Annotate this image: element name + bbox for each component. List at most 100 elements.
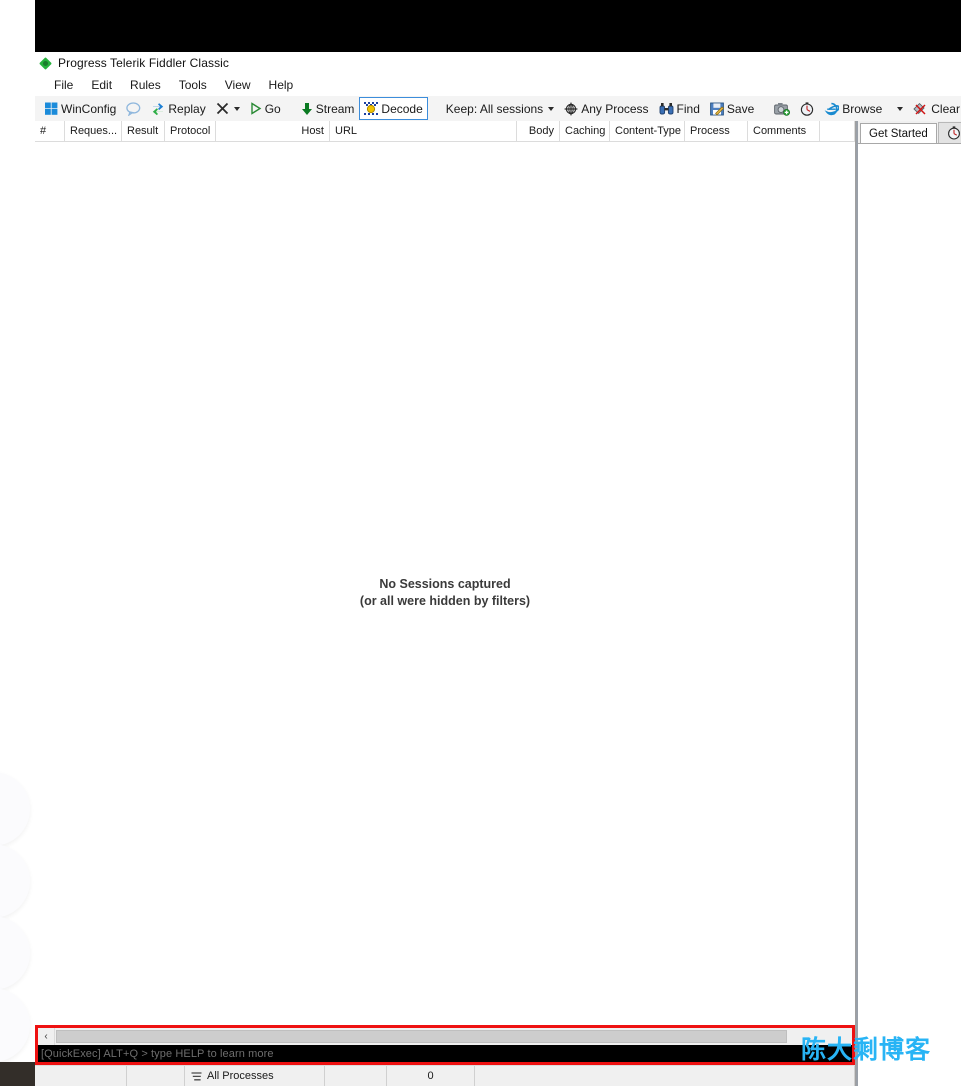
keep-sessions-dropdown[interactable]: Keep: All sessions [438, 97, 559, 120]
browse-dropdown[interactable] [887, 97, 908, 120]
fiddler-diamond-icon [39, 56, 52, 70]
any-process-label: Any Process [581, 101, 649, 116]
remove-button[interactable] [211, 97, 245, 120]
status-cell-gap-1 [325, 1066, 387, 1086]
browse-dropdown-caret[interactable] [897, 106, 904, 111]
scroll-thumb[interactable] [56, 1030, 788, 1043]
menubar: File Edit Rules Tools View Help [35, 74, 961, 96]
column-spacer[interactable] [820, 121, 855, 141]
status-capture-toggle[interactable] [127, 1066, 185, 1086]
go-button[interactable]: Go [245, 97, 286, 120]
replay-button[interactable]: Replay [146, 97, 210, 120]
status-cell-gap-2 [475, 1066, 855, 1086]
camera-icon [774, 102, 791, 116]
desktop-background-circles [0, 770, 34, 1070]
sessions-horizontal-scrollbar[interactable]: ‹ [38, 1028, 852, 1045]
clear-button[interactable]: Clear [908, 97, 961, 120]
menu-file[interactable]: File [45, 76, 82, 94]
find-button[interactable]: Find [654, 97, 705, 120]
browse-button[interactable]: Browse [819, 97, 887, 120]
status-bar: All Processes 0 [35, 1065, 855, 1086]
black-top-strip [35, 0, 961, 52]
column-content-type[interactable]: Content-Type [610, 121, 685, 141]
status-process-filter[interactable]: All Processes [185, 1066, 325, 1086]
keep-sessions-label: Keep: All sessions [445, 101, 544, 116]
column-body[interactable]: Body [517, 121, 560, 141]
winconfig-button[interactable]: WinConfig [40, 97, 121, 120]
winconfig-label: WinConfig [61, 101, 117, 116]
clear-label: Clear [931, 101, 960, 116]
scroll-left-arrow[interactable]: ‹ [38, 1028, 55, 1045]
tab-get-started[interactable]: Get Started [860, 123, 937, 143]
menu-rules[interactable]: Rules [121, 76, 170, 94]
stream-label: Stream [315, 101, 355, 116]
remove-dropdown-caret[interactable] [233, 106, 240, 111]
comment-bubble-icon [126, 101, 141, 117]
menu-edit[interactable]: Edit [82, 76, 121, 94]
menu-view[interactable]: View [216, 76, 260, 94]
empty-state-message: No Sessions captured (or all were hidden… [35, 576, 855, 610]
inspectors-content [858, 144, 961, 1086]
comment-button[interactable] [121, 97, 146, 120]
column-url[interactable]: URL [330, 121, 517, 141]
decode-button[interactable]: Decode [359, 97, 428, 120]
stream-button[interactable]: Stream [296, 97, 360, 120]
timer-button[interactable] [795, 97, 819, 120]
screenshot-button[interactable] [769, 97, 795, 120]
inspectors-pane: Get Started S [858, 121, 961, 1086]
window-titlebar: Progress Telerik Fiddler Classic [35, 52, 961, 74]
column-comments[interactable]: Comments [748, 121, 820, 141]
any-process-button[interactable]: Any Process [559, 97, 653, 120]
decode-label: Decode [381, 101, 423, 116]
keep-dropdown-caret[interactable] [548, 106, 555, 111]
empty-state-line2: (or all were hidden by filters) [359, 594, 531, 608]
quickexec-placeholder: [QuickExec] ALT+Q > type HELP to learn m… [41, 1047, 274, 1060]
clock-icon [947, 126, 961, 140]
binoculars-icon [659, 102, 674, 115]
empty-state-line1: No Sessions captured [379, 577, 511, 591]
column-request[interactable]: Reques... [65, 121, 122, 141]
stopwatch-icon [800, 101, 814, 116]
menu-help[interactable]: Help [260, 76, 303, 94]
column-number[interactable]: # [35, 121, 65, 141]
column-caching[interactable]: Caching [560, 121, 610, 141]
replay-label: Replay [168, 101, 206, 116]
main-toolbar: WinConfig Replay Go Stream Decode Keep: … [35, 96, 961, 122]
close-x-icon [216, 102, 229, 115]
status-process-filter-label: All Processes [207, 1070, 274, 1082]
play-triangle-icon [250, 102, 262, 115]
status-session-count: 0 [387, 1066, 475, 1086]
process-list-icon [191, 1071, 202, 1081]
window-title: Progress Telerik Fiddler Classic [58, 56, 230, 70]
decode-pattern-icon [364, 101, 379, 116]
column-result[interactable]: Result [122, 121, 165, 141]
screen-root: Progress Telerik Fiddler Classic File Ed… [0, 0, 961, 1086]
column-host[interactable]: Host [216, 121, 330, 141]
browse-label: Browse [842, 101, 883, 116]
crosshair-globe-icon [564, 102, 578, 116]
find-label: Find [676, 101, 700, 116]
fiddler-window: Progress Telerik Fiddler Classic File Ed… [35, 52, 961, 1086]
quickexec-input[interactable]: [QuickExec] ALT+Q > type HELP to learn m… [38, 1045, 852, 1062]
menu-tools[interactable]: Tools [170, 76, 216, 94]
tab-statistics[interactable]: S [937, 122, 961, 143]
windows-logo-icon [45, 102, 58, 115]
go-label: Go [264, 101, 281, 116]
down-arrow-icon [301, 102, 313, 116]
main-split: # Reques... Result Protocol Host URL Bod… [35, 121, 961, 1086]
clear-cache-icon [913, 102, 928, 116]
sessions-pane: # Reques... Result Protocol Host URL Bod… [35, 121, 856, 1086]
scroll-track[interactable] [55, 1028, 852, 1045]
save-label: Save [726, 101, 755, 116]
save-disk-icon [710, 102, 725, 116]
desktop-taskbar-edge [0, 1062, 36, 1086]
replay-arrows-icon [151, 102, 165, 116]
column-process[interactable]: Process [685, 121, 748, 141]
quickexec-highlight-annotation: ‹ [QuickExec] ALT+Q > type HELP to learn… [35, 1025, 855, 1065]
tab-get-started-label: Get Started [869, 128, 928, 140]
sessions-list[interactable]: No Sessions captured (or all were hidden… [35, 142, 855, 1025]
save-button[interactable]: Save [705, 97, 759, 120]
status-cell-blank [35, 1066, 127, 1086]
column-protocol[interactable]: Protocol [165, 121, 216, 141]
sessions-column-header: # Reques... Result Protocol Host URL Bod… [35, 121, 855, 142]
